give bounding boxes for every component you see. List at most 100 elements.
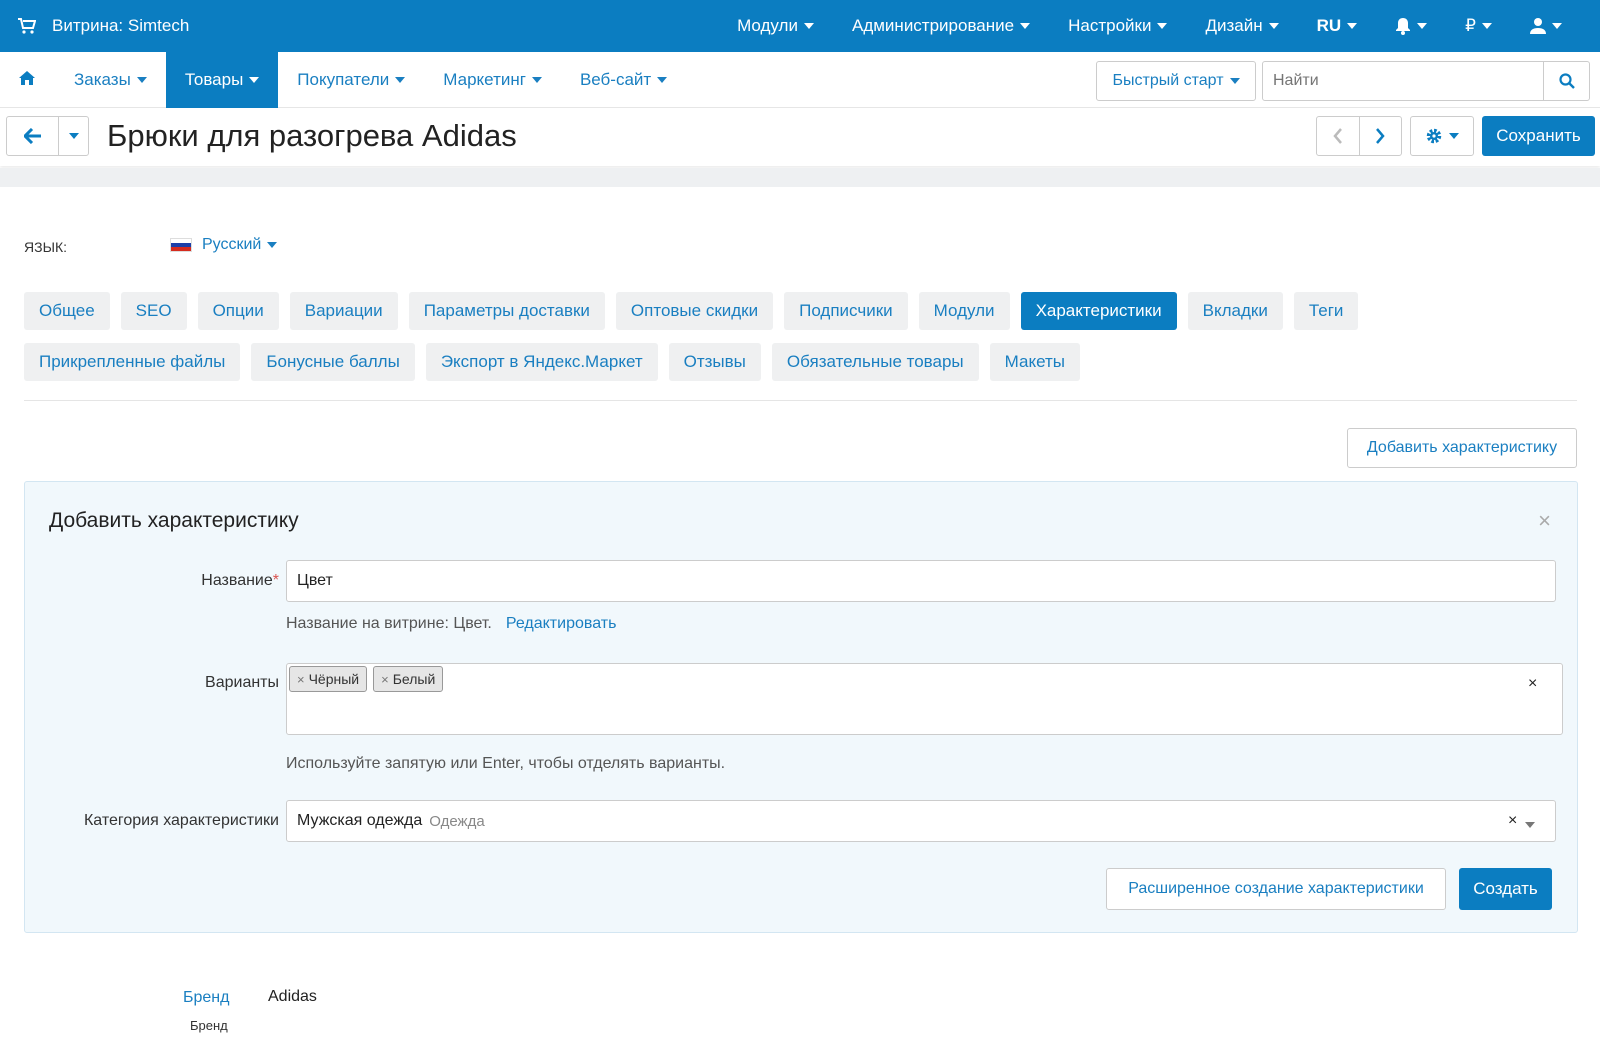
chevron-down-icon bbox=[1552, 23, 1562, 29]
name-field[interactable]: Цвет bbox=[286, 560, 1556, 602]
chevron-down-icon bbox=[803, 23, 814, 29]
nav-tab-website[interactable]: Веб-сайт bbox=[561, 52, 686, 108]
tab-features[interactable]: Характеристики bbox=[1020, 292, 1177, 330]
nav-tab-orders[interactable]: Заказы bbox=[55, 52, 166, 108]
brand-sublabel: Бренд bbox=[190, 1018, 228, 1033]
back-button-group bbox=[6, 116, 89, 156]
remove-tag-icon[interactable]: × bbox=[381, 672, 389, 687]
tab-required-products[interactable]: Обязательные товары bbox=[771, 343, 979, 381]
variants-field[interactable]: × Чёрный × Белый bbox=[286, 663, 1563, 735]
chevron-down-icon bbox=[68, 133, 79, 139]
storefront-name-text: Название на витрине: Цвет. bbox=[286, 615, 492, 632]
quick-start-button[interactable]: Быстрый старт bbox=[1096, 61, 1256, 101]
settings-dropdown-button[interactable] bbox=[1410, 116, 1474, 156]
cart-icon bbox=[18, 18, 36, 34]
remove-tag-icon[interactable]: × bbox=[297, 672, 305, 687]
home-icon bbox=[19, 71, 35, 85]
chevron-down-icon bbox=[1020, 23, 1031, 29]
name-field-value: Цвет bbox=[297, 572, 333, 589]
prev-product-button[interactable] bbox=[1317, 117, 1360, 155]
main-nav: Заказы Товары Покупатели Маркетинг Веб-с… bbox=[0, 52, 1600, 108]
product-pager bbox=[1316, 116, 1402, 156]
tab-reviews[interactable]: Отзывы bbox=[668, 343, 761, 381]
tab-wholesale[interactable]: Оптовые скидки bbox=[615, 292, 774, 330]
category-parent: Одежда bbox=[429, 812, 485, 830]
variant-tag[interactable]: × Чёрный bbox=[289, 666, 368, 692]
menu-modules[interactable]: Модули bbox=[737, 16, 814, 36]
tab-options[interactable]: Опции bbox=[197, 292, 279, 330]
chevron-down-icon bbox=[249, 77, 260, 83]
chevron-down-icon bbox=[1417, 23, 1428, 29]
home-button[interactable] bbox=[18, 70, 36, 91]
tab-tabs[interactable]: Вкладки bbox=[1187, 292, 1283, 330]
chevron-down-icon bbox=[1449, 133, 1459, 139]
tab-yandex-export[interactable]: Экспорт в Яндекс.Маркет bbox=[425, 343, 658, 381]
tab-seo[interactable]: SEO bbox=[120, 292, 187, 330]
save-button[interactable]: Сохранить bbox=[1482, 116, 1595, 156]
menu-design[interactable]: Дизайн bbox=[1205, 16, 1279, 36]
tab-subscribers[interactable]: Подписчики bbox=[784, 292, 908, 330]
variants-label: Варианты bbox=[205, 674, 279, 691]
nav-tab-customers[interactable]: Покупатели bbox=[278, 52, 424, 108]
storefront-selector[interactable]: Витрина: Simtech bbox=[18, 16, 189, 36]
tab-general[interactable]: Общее bbox=[24, 292, 110, 330]
tab-variations[interactable]: Вариации bbox=[289, 292, 398, 330]
russia-flag-icon bbox=[170, 238, 192, 252]
chevron-down-icon[interactable] bbox=[1525, 816, 1535, 834]
next-product-button[interactable] bbox=[1360, 117, 1402, 155]
chevron-down-icon bbox=[657, 77, 668, 83]
menu-user[interactable] bbox=[1530, 17, 1562, 35]
brand-link[interactable]: Бренд bbox=[183, 989, 229, 1007]
nav-tab-marketing[interactable]: Маркетинг bbox=[424, 52, 561, 108]
nav-tab-label: Покупатели bbox=[297, 70, 390, 89]
menu-settings[interactable]: Настройки bbox=[1068, 16, 1168, 36]
clear-category-icon[interactable]: × bbox=[1508, 812, 1517, 830]
back-button[interactable] bbox=[7, 117, 59, 155]
nav-tab-label: Заказы bbox=[74, 70, 131, 89]
chevron-down-icon bbox=[1268, 23, 1279, 29]
close-icon[interactable]: × bbox=[1538, 508, 1551, 534]
category-select[interactable]: Мужская одежда Одежда bbox=[286, 800, 1556, 842]
search-icon bbox=[1558, 73, 1575, 89]
nav-tab-label: Товары bbox=[184, 70, 244, 89]
tab-shipping[interactable]: Параметры доставки bbox=[408, 292, 605, 330]
menu-administration[interactable]: Администрирование bbox=[852, 16, 1031, 36]
storefront-name-hint: Название на витрине: Цвет. Редактировать bbox=[286, 615, 616, 633]
required-asterisk: * bbox=[272, 572, 279, 589]
category-label: Категория характеристики bbox=[83, 812, 279, 829]
tabs-divider bbox=[24, 400, 1577, 401]
tab-attachments[interactable]: Прикрепленные файлы bbox=[24, 343, 241, 381]
edit-link[interactable]: Редактировать bbox=[506, 615, 617, 632]
menu-language-label: RU bbox=[1316, 16, 1342, 35]
nav-tab-products[interactable]: Товары bbox=[165, 52, 279, 108]
tab-tags[interactable]: Теги bbox=[1293, 292, 1359, 330]
menu-currency[interactable]: ₽ bbox=[1465, 16, 1492, 36]
menu-language[interactable]: RU bbox=[1317, 16, 1358, 36]
quick-start-label: Быстрый старт bbox=[1112, 72, 1224, 89]
variant-tag-label: Белый bbox=[392, 671, 436, 687]
top-menu: Модули Администрирование Настройки Дизай… bbox=[737, 0, 1600, 52]
tab-reward-points[interactable]: Бонусные баллы bbox=[251, 343, 415, 381]
menu-modules-label: Модули bbox=[737, 16, 798, 35]
variants-hint: Используйте запятую или Enter, чтобы отд… bbox=[286, 755, 726, 772]
search-input[interactable] bbox=[1263, 62, 1543, 100]
add-feature-button[interactable]: Добавить характеристику bbox=[1347, 428, 1577, 468]
chevron-down-icon bbox=[1482, 23, 1492, 29]
chevron-down-icon bbox=[1157, 23, 1168, 29]
language-selector[interactable]: Русский bbox=[170, 236, 278, 254]
back-dropdown-toggle[interactable] bbox=[59, 117, 88, 155]
nav-tab-label: Веб-сайт bbox=[579, 70, 652, 89]
tab-addons[interactable]: Модули bbox=[918, 292, 1010, 330]
chevron-down-icon bbox=[531, 77, 542, 83]
advanced-create-button[interactable]: Расширенное создание характеристики bbox=[1106, 868, 1446, 910]
menu-notifications[interactable] bbox=[1395, 17, 1428, 35]
tab-layouts[interactable]: Макеты bbox=[989, 343, 1080, 381]
search-button[interactable] bbox=[1543, 62, 1589, 100]
nav-tab-label: Маркетинг bbox=[443, 70, 526, 89]
clear-variants-icon[interactable]: × bbox=[1528, 675, 1537, 693]
product-tabs-row: Общее SEO Опции Вариации Параметры доста… bbox=[24, 292, 1584, 330]
page-title: Брюки для разогрева Adidas bbox=[107, 118, 517, 153]
variant-tag[interactable]: × Белый bbox=[373, 666, 444, 692]
brand-value: Adidas bbox=[268, 988, 317, 1005]
create-button[interactable]: Создать bbox=[1459, 868, 1552, 910]
